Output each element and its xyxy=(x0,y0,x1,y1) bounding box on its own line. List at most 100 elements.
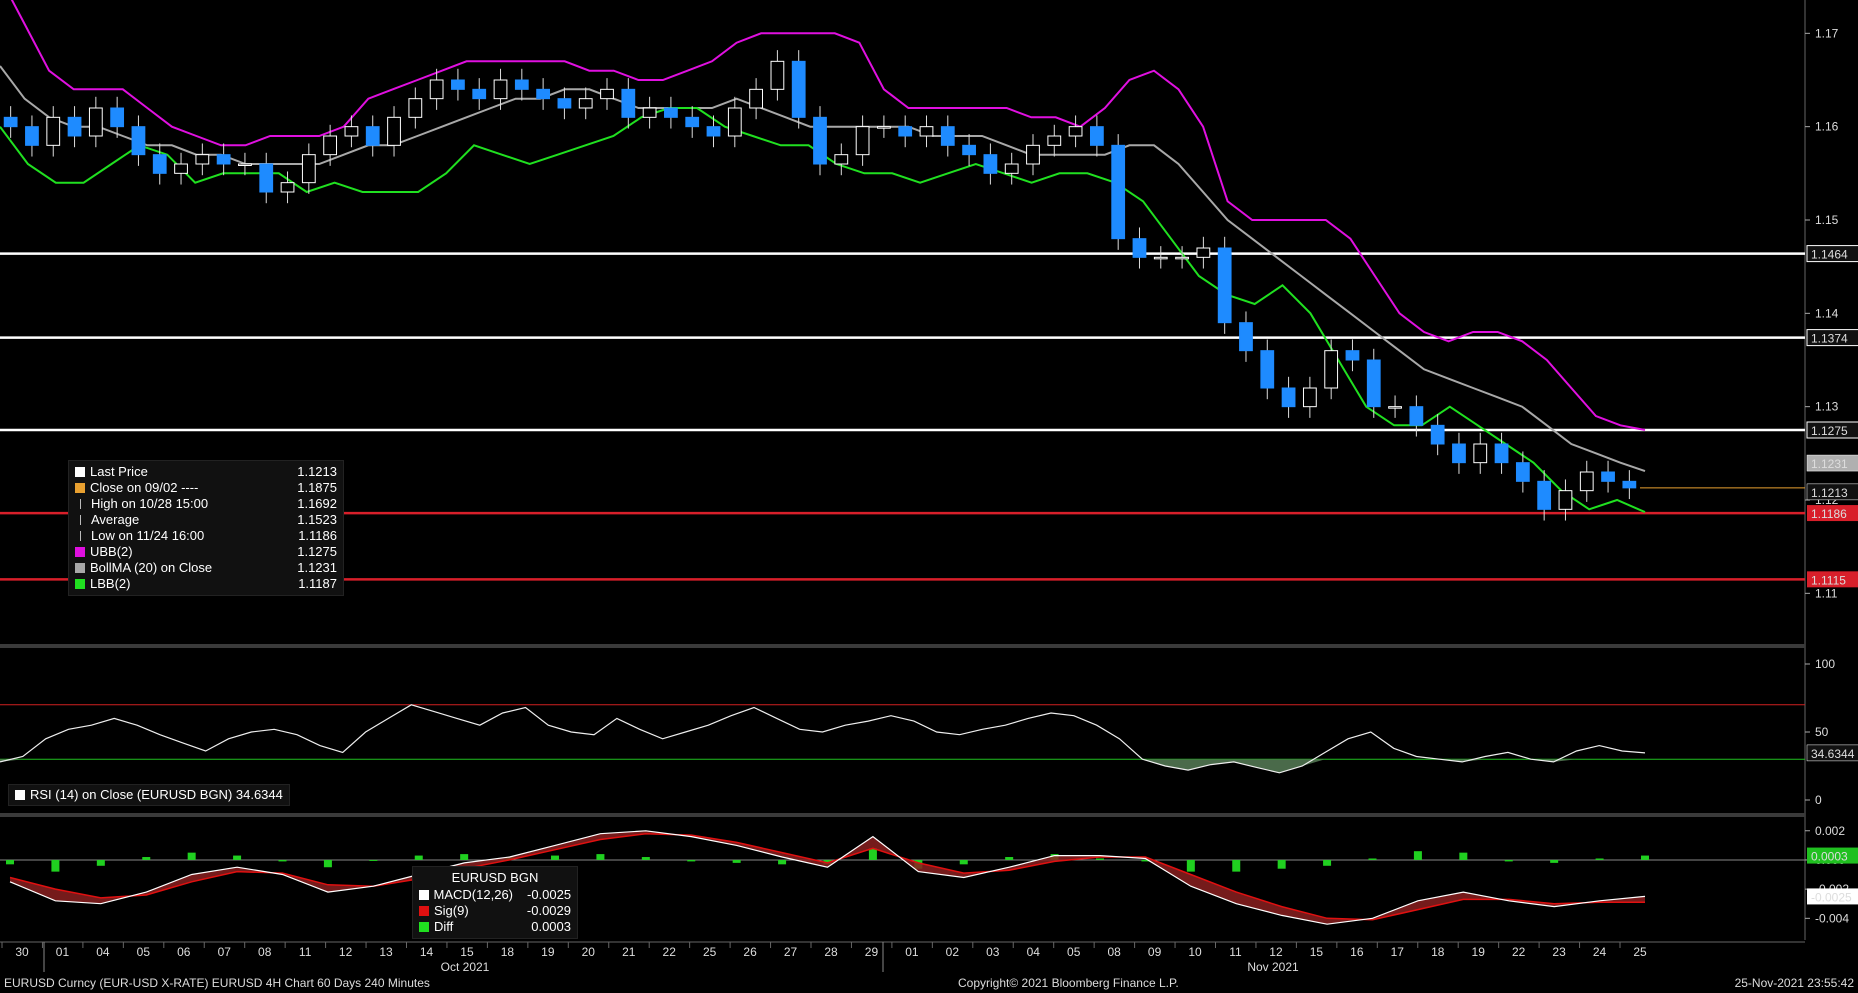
legend-row: Close on 09/02 ---- 1.1875 xyxy=(75,480,337,496)
candle-body xyxy=(110,107,125,128)
macd-diff-bar xyxy=(1413,851,1422,860)
candle-body xyxy=(451,79,465,90)
legend-swatch xyxy=(75,467,85,477)
x-tick-label: 24 xyxy=(1593,945,1607,959)
macd-tick-label: -0.004 xyxy=(1815,911,1849,925)
candle-body xyxy=(1473,443,1488,464)
x-tick-label: 05 xyxy=(137,945,151,959)
x-tick-label: 03 xyxy=(986,945,1000,959)
candle-body xyxy=(1111,144,1126,240)
candle-body xyxy=(344,126,359,137)
macd-legend-row: MACD(12,26) -0.0025 xyxy=(419,887,571,903)
legend-row: Average 1.1523 xyxy=(75,512,337,528)
x-tick-label: 26 xyxy=(743,945,757,959)
candle-body xyxy=(1302,387,1317,408)
candle-body xyxy=(1601,471,1615,482)
macd-diff-bar xyxy=(142,857,151,860)
price-tick-label: 1.13 xyxy=(1815,400,1839,414)
legend-row: BollMA (20) on Close 1.1231 xyxy=(75,560,337,576)
candle-body xyxy=(1430,424,1445,445)
legend-label: Low on 11/24 16:00 xyxy=(91,528,205,543)
legend-label: Average xyxy=(91,512,140,527)
level-tag-label: 1.1115 xyxy=(1811,573,1846,587)
candle-body xyxy=(238,163,252,166)
candle-body xyxy=(1260,350,1275,389)
candle-body xyxy=(834,154,849,165)
macd-diff-bar xyxy=(1005,857,1014,860)
macd-legend-label: Sig(9) xyxy=(434,903,469,918)
legend-swatch xyxy=(75,483,85,493)
candle-body xyxy=(770,60,785,90)
x-tick-label: 09 xyxy=(1148,945,1162,959)
macd-diff-bar xyxy=(1641,855,1649,860)
candle-body xyxy=(1196,247,1211,258)
candle-body xyxy=(1239,322,1253,352)
candle-body xyxy=(514,79,529,90)
macd-legend-swatch xyxy=(419,906,429,916)
x-tick-label: 13 xyxy=(379,945,393,959)
candle-body xyxy=(1089,126,1104,146)
macd-legend-label: MACD(12,26) xyxy=(433,887,513,902)
candle-body xyxy=(1558,490,1573,510)
month-label: Nov 2021 xyxy=(1247,960,1299,974)
candle-body xyxy=(1579,471,1594,492)
candles xyxy=(3,50,1637,521)
candle-body xyxy=(1366,359,1381,408)
x-tick-label: 04 xyxy=(96,945,110,959)
legend-value: 1.1692 xyxy=(297,496,337,511)
candle-body xyxy=(1047,135,1062,146)
macd-diff-bar xyxy=(1504,859,1513,862)
macd-diff-bar xyxy=(278,859,287,862)
candle-body xyxy=(216,154,231,165)
rsi-line xyxy=(0,704,1646,774)
x-tick-label: 20 xyxy=(582,945,596,959)
footer-timestamp: 25-Nov-2021 23:55:42 xyxy=(1734,976,1854,990)
candle-body xyxy=(642,107,657,118)
candle-body xyxy=(749,88,763,109)
x-tick-label: 01 xyxy=(56,945,70,959)
macd-legend-value: -0.0025 xyxy=(527,887,572,902)
legend-row: UBB(2) 1.1275 xyxy=(75,544,337,560)
macd-legend-row: Diff 0.0003 xyxy=(419,919,571,935)
macd-diff-bar xyxy=(6,859,14,865)
candle-body xyxy=(600,88,614,100)
legend-row: LBB(2) 1.1187 xyxy=(75,576,337,592)
legend-value: 1.1231 xyxy=(297,560,337,575)
candle-body xyxy=(1132,238,1147,258)
x-tick-label: 18 xyxy=(1431,945,1445,959)
side-value-label: 1.1213 xyxy=(1811,486,1848,500)
candle-body xyxy=(813,116,827,165)
x-tick-label: 17 xyxy=(1391,945,1405,959)
candle-body xyxy=(1026,144,1040,165)
candle-body xyxy=(387,116,401,146)
legend-label: UBB(2) xyxy=(90,544,133,559)
x-tick-label: 25 xyxy=(703,945,717,959)
level-tag-label: 1.1275 xyxy=(1811,424,1848,438)
panel-separator xyxy=(0,813,1805,817)
x-tick-label: 02 xyxy=(946,945,960,959)
price-tick-label: 1.14 xyxy=(1815,306,1839,320)
rsi-label: RSI (14) on Close (EURUSD BGN) 34.6344 xyxy=(30,787,283,802)
candle-body xyxy=(1324,350,1339,389)
x-tick-label: 22 xyxy=(663,945,677,959)
macd-signal-area xyxy=(10,830,1645,925)
macd-diff-bar xyxy=(414,855,423,860)
price-tick-label: 1.11 xyxy=(1815,586,1838,600)
macd-diff-bar xyxy=(1186,859,1195,872)
macd-value-label: 0.0003 xyxy=(1811,850,1848,864)
x-tick-label: 12 xyxy=(339,945,353,959)
x-tick-label: 08 xyxy=(258,945,272,959)
rsi-tick-label: 0 xyxy=(1815,793,1822,807)
macd-legend-title: EURUSD BGN xyxy=(451,870,539,885)
candle-body xyxy=(1004,163,1019,174)
macd-diff-bar xyxy=(1232,859,1241,872)
legend-label: Close on 09/02 ---- xyxy=(90,480,199,495)
legend-swatch xyxy=(80,499,86,509)
candle-body xyxy=(940,126,955,146)
legend-label: Last Price xyxy=(90,464,148,479)
candle-body xyxy=(1515,462,1530,482)
macd-legend-label: Diff xyxy=(434,919,454,934)
candle-body xyxy=(67,116,82,137)
x-tick-label: 16 xyxy=(1350,945,1364,959)
x-tick-label: 19 xyxy=(541,945,555,959)
